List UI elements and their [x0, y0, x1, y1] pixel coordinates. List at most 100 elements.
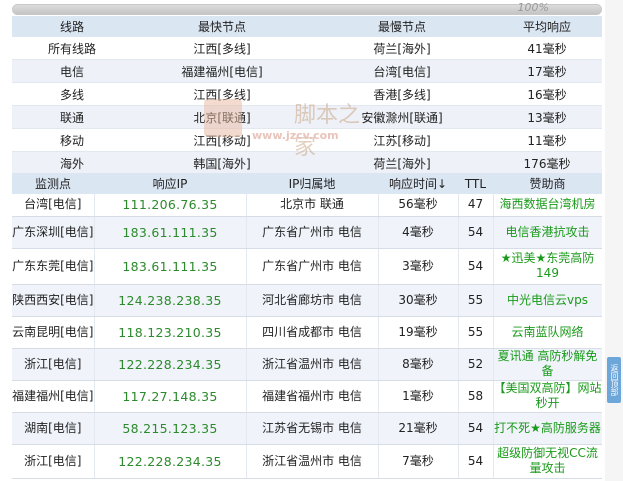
- summary-header-slowest: 最慢节点: [312, 16, 492, 37]
- monitor-node-cell: 陕西西安[电信]: [12, 284, 95, 317]
- summary-row: 多线 江西[多线] 香港[多线] 16毫秒: [12, 82, 602, 106]
- ip-location-cell: 福建省福州市 电信: [246, 380, 379, 413]
- ttl-cell: 55: [458, 284, 494, 317]
- monitor-header-location[interactable]: IP归属地: [246, 173, 378, 194]
- slowest-node-cell: 荷兰[海外]: [312, 151, 492, 175]
- monitor-node-cell: 台湾[电信]: [12, 194, 95, 217]
- summary-row: 移动 江西[移动] 江苏[移动] 11毫秒: [12, 128, 602, 152]
- ip-location-cell: 江苏省无锡市 电信: [246, 412, 379, 445]
- sponsor-link[interactable]: 打不死★高防服务器: [494, 421, 601, 435]
- ip-location-cell: 浙江省温州市 电信: [246, 444, 379, 479]
- progress-label: 100%: [517, 1, 549, 14]
- response-ip-cell: 117.27.148.35: [94, 380, 247, 413]
- response-ip-cell: 111.206.76.35: [94, 194, 247, 217]
- back-to-top-button[interactable]: 返回顶部: [607, 357, 621, 403]
- response-ip-cell: 118.123.210.35: [94, 316, 247, 349]
- progress-bar: 100%: [12, 1, 602, 15]
- response-ip-cell: 122.228.234.35: [94, 348, 247, 381]
- response-time-cell: 1毫秒: [378, 380, 459, 413]
- ttl-cell: 54: [458, 248, 494, 285]
- sponsor-cell: 中光电信云vps: [493, 284, 602, 317]
- page-scrollbar[interactable]: 返回顶部: [605, 0, 623, 481]
- response-time-cell: 21毫秒: [378, 412, 459, 445]
- route-cell: 所有线路: [12, 37, 132, 60]
- sponsor-link[interactable]: ★迅美★东莞高防149: [501, 251, 595, 280]
- table-row: 陕西西安[电信] 124.238.238.35 河北省廊坊市 电信 30毫秒 5…: [12, 284, 602, 317]
- fastest-node-cell: 江西[多线]: [132, 37, 312, 60]
- response-time-cell: 19毫秒: [378, 316, 459, 349]
- ttl-cell: 54: [458, 412, 494, 445]
- ttl-cell: 54: [458, 444, 494, 479]
- summary-row: 海外 韩国[海外] 荷兰[海外] 176毫秒: [12, 151, 602, 175]
- sponsor-cell: 电信香港抗攻击: [493, 216, 602, 249]
- summary-header-route: 线路: [12, 16, 132, 37]
- average-response-cell: 16毫秒: [492, 82, 602, 106]
- sort-arrow-icon: ↓: [436, 177, 448, 191]
- summary-table: 线路 最快节点 最慢节点 平均响应 所有线路 江西[多线] 荷兰[海外] 41毫…: [12, 16, 602, 175]
- response-ip-cell: 183.61.111.35: [94, 216, 247, 249]
- monitor-node-cell: 福建福州[电信]: [12, 380, 95, 413]
- sponsor-cell: 夏讯通 高防秒解免备: [493, 348, 602, 381]
- summary-header-fastest: 最快节点: [132, 16, 312, 37]
- fastest-node-cell: 北京[联通]: [132, 105, 312, 129]
- sponsor-cell: 超级防御无视CC流量攻击: [493, 444, 602, 479]
- fastest-node-cell: 福建福州[电信]: [132, 59, 312, 83]
- average-response-cell: 17毫秒: [492, 59, 602, 83]
- progress-fill: [13, 5, 601, 14]
- table-row: 广东深圳[电信] 183.61.111.35 广东省广州市 电信 4毫秒 54 …: [12, 216, 602, 249]
- summary-row: 联通 北京[联通] 安徽滁州[联通] 13毫秒: [12, 105, 602, 129]
- sponsor-link[interactable]: 超级防御无视CC流量攻击: [497, 446, 598, 475]
- sponsor-cell: 云南蓝队网络: [493, 316, 602, 349]
- average-response-cell: 13毫秒: [492, 105, 602, 129]
- route-cell: 电信: [12, 59, 132, 83]
- response-time-cell: 7毫秒: [378, 444, 459, 479]
- ip-location-cell: 浙江省温州市 电信: [246, 348, 379, 381]
- monitor-header-ttl[interactable]: TTL: [458, 173, 493, 194]
- slowest-node-cell: 台湾[电信]: [312, 59, 492, 83]
- ttl-cell: 58: [458, 380, 494, 413]
- monitor-header-response-time[interactable]: 响应时间↓: [378, 173, 458, 194]
- summary-row: 所有线路 江西[多线] 荷兰[海外] 41毫秒: [12, 37, 602, 60]
- slowest-node-cell: 香港[多线]: [312, 82, 492, 106]
- slowest-node-cell: 江苏[移动]: [312, 128, 492, 152]
- monitor-node-cell: 浙江[电信]: [12, 348, 95, 381]
- response-ip-cell: 58.215.123.35: [94, 412, 247, 445]
- monitor-header-ip[interactable]: 响应IP: [94, 173, 246, 194]
- table-row: 云南昆明[电信] 118.123.210.35 四川省成都市 电信 19毫秒 5…: [12, 316, 602, 349]
- sponsor-cell: ★迅美★东莞高防149: [493, 248, 602, 285]
- sponsor-link[interactable]: 云南蓝队网络: [511, 325, 583, 339]
- response-time-label: 响应时间: [388, 177, 437, 191]
- ttl-cell: 52: [458, 348, 494, 381]
- monitor-node-cell: 广东深圳[电信]: [12, 216, 95, 249]
- response-ip-cell: 124.238.238.35: [94, 284, 247, 317]
- ip-location-cell: 广东省广州市 电信: [246, 248, 379, 285]
- monitor-node-cell: 湖南[电信]: [12, 412, 95, 445]
- sponsor-cell: 【美国双高防】网站秒开: [493, 380, 602, 413]
- monitor-header-node[interactable]: 监测点: [12, 173, 94, 194]
- sponsor-link[interactable]: 电信香港抗攻击: [505, 225, 589, 239]
- monitor-node-cell: 浙江[电信]: [12, 444, 95, 479]
- monitor-header-sponsor: 赞助商: [493, 173, 602, 194]
- monitor-header-row: 监测点 响应IP IP归属地 响应时间↓ TTL 赞助商: [12, 173, 602, 194]
- speedtest-panel: 100% 线路 最快节点 最慢节点 平均响应 所有线路 江西[多线] 荷兰[海外…: [12, 0, 602, 481]
- table-row: 广东东莞[电信] 183.61.111.35 广东省广州市 电信 3毫秒 54 …: [12, 248, 602, 285]
- response-time-cell: 56毫秒: [378, 194, 459, 217]
- table-row: 台湾[电信] 111.206.76.35 北京市 联通 56毫秒 47 海西数据…: [12, 194, 602, 217]
- sponsor-link[interactable]: 夏讯通 高防秒解免备: [498, 349, 598, 378]
- response-time-cell: 4毫秒: [378, 216, 459, 249]
- sponsor-link[interactable]: 海西数据台湾机房: [499, 197, 595, 211]
- monitor-node-cell: 云南昆明[电信]: [12, 316, 95, 349]
- sponsor-link[interactable]: 中光电信云vps: [507, 293, 588, 307]
- summary-header-row: 线路 最快节点 最慢节点 平均响应: [12, 16, 602, 37]
- average-response-cell: 11毫秒: [492, 128, 602, 152]
- monitor-table: 监测点 响应IP IP归属地 响应时间↓ TTL 赞助商 台湾[电信] 111.…: [12, 173, 602, 479]
- response-time-cell: 3毫秒: [378, 248, 459, 285]
- fastest-node-cell: 江西[多线]: [132, 82, 312, 106]
- sponsor-link[interactable]: 【美国双高防】网站秒开: [494, 381, 602, 410]
- ip-location-cell: 河北省廊坊市 电信: [246, 284, 379, 317]
- route-cell: 移动: [12, 128, 132, 152]
- slowest-node-cell: 安徽滁州[联通]: [312, 105, 492, 129]
- table-row: 湖南[电信] 58.215.123.35 江苏省无锡市 电信 21毫秒 54 打…: [12, 412, 602, 445]
- response-ip-cell: 183.61.111.35: [94, 248, 247, 285]
- summary-row: 电信 福建福州[电信] 台湾[电信] 17毫秒: [12, 59, 602, 83]
